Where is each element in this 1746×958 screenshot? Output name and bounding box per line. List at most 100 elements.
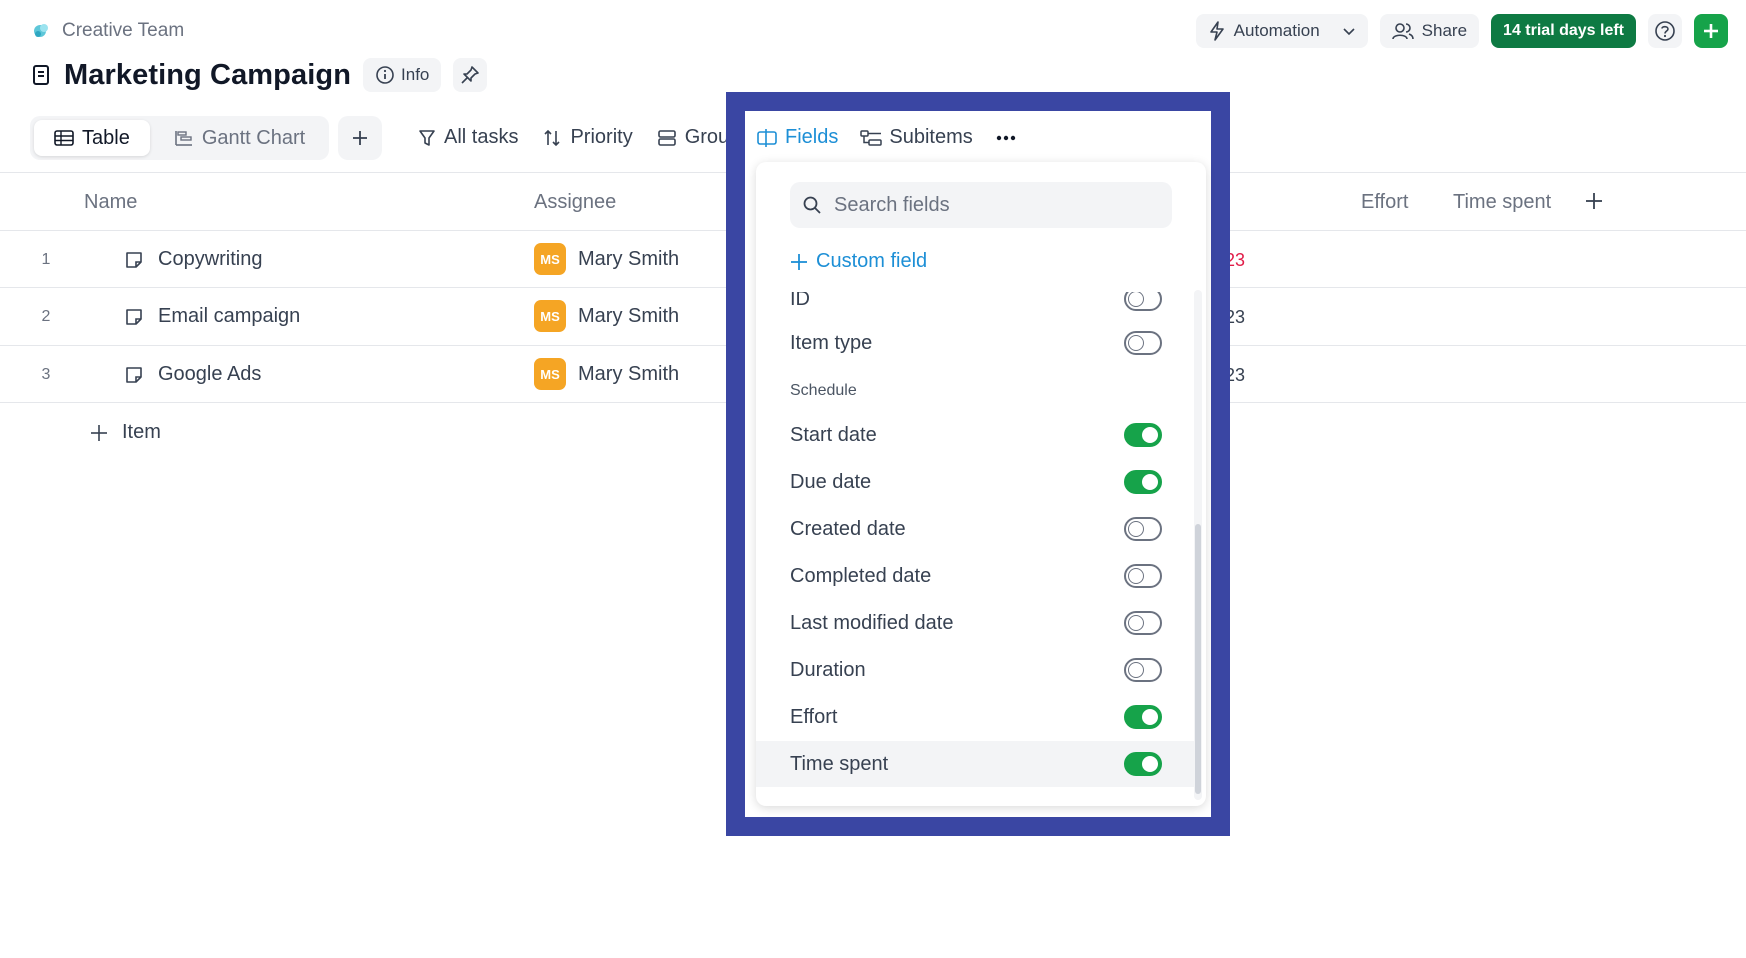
row-number: 1 bbox=[41, 251, 51, 268]
item-icon bbox=[124, 307, 144, 327]
automation-button[interactable]: Automation bbox=[1195, 14, 1368, 48]
field-label: Created date bbox=[790, 517, 906, 540]
filter-button[interactable]: All tasks bbox=[418, 126, 518, 149]
table-toolbar: All tasks Priority Group bbox=[418, 126, 740, 149]
field-toggle[interactable] bbox=[1124, 705, 1162, 729]
item-name: Google Ads bbox=[158, 363, 262, 385]
field-toggle[interactable] bbox=[1124, 658, 1162, 682]
add-custom-field-button[interactable]: Custom field bbox=[790, 250, 927, 273]
item-icon bbox=[124, 365, 144, 385]
field-toggle[interactable] bbox=[1124, 752, 1162, 776]
assignee-cell[interactable]: MS Mary Smith bbox=[534, 300, 679, 332]
share-button[interactable]: Share bbox=[1379, 14, 1480, 48]
table-row[interactable]: Email campaign bbox=[124, 305, 300, 328]
info-label: Info bbox=[401, 65, 430, 84]
row-number: 3 bbox=[41, 366, 51, 383]
custom-field-label: Custom field bbox=[816, 250, 928, 272]
add-item-button[interactable]: Item bbox=[90, 421, 161, 444]
column-header-name[interactable]: Name bbox=[84, 191, 137, 214]
filter-label: All tasks bbox=[444, 126, 519, 148]
plus-icon bbox=[790, 253, 808, 271]
field-row-last-modified-date[interactable]: Last modified date bbox=[756, 600, 1196, 646]
assignee-name: Mary Smith bbox=[578, 362, 680, 385]
tab-table[interactable]: Table bbox=[34, 120, 150, 156]
fields-panel: Custom field ID Item type Schedule Start… bbox=[756, 162, 1206, 806]
assignee-name: Mary Smith bbox=[578, 304, 680, 327]
avatar: MS bbox=[534, 243, 566, 275]
users-icon bbox=[1391, 21, 1414, 41]
field-row-start-date[interactable]: Start date bbox=[756, 412, 1196, 458]
field-row-time-spent[interactable]: Time spent bbox=[756, 741, 1196, 787]
table-row[interactable]: Google Ads bbox=[124, 363, 261, 386]
field-label: ID bbox=[790, 292, 810, 310]
assignee-cell[interactable]: MS Mary Smith bbox=[534, 243, 679, 275]
header-actions: Automation Share 14 trial days left bbox=[1195, 14, 1728, 48]
add-item-label: Item bbox=[122, 421, 161, 443]
create-button[interactable] bbox=[1694, 14, 1728, 48]
avatar: MS bbox=[534, 358, 566, 390]
table-row[interactable]: Copywriting bbox=[124, 248, 262, 271]
search-input[interactable] bbox=[834, 193, 1154, 217]
share-label: Share bbox=[1421, 21, 1468, 40]
automation-label: Automation bbox=[1233, 21, 1320, 40]
field-toggle[interactable] bbox=[1124, 470, 1162, 494]
item-icon bbox=[124, 250, 144, 270]
field-label: Effort bbox=[790, 705, 838, 728]
field-label: Last modified date bbox=[790, 611, 954, 634]
field-row-due-date[interactable]: Due date bbox=[756, 459, 1196, 505]
column-header-effort[interactable]: Effort bbox=[1361, 191, 1408, 214]
field-label: Item type bbox=[790, 331, 873, 354]
column-header-assignee[interactable]: Assignee bbox=[534, 191, 616, 214]
popup-tabs: Fields Subitems bbox=[756, 126, 1017, 149]
add-column-icon[interactable] bbox=[1584, 191, 1604, 211]
item-name: Copywriting bbox=[158, 248, 263, 270]
field-row-created-date[interactable]: Created date bbox=[756, 506, 1196, 552]
field-label: Start date bbox=[790, 423, 877, 446]
plus-icon bbox=[1702, 22, 1720, 40]
workspace-breadcrumb[interactable]: Creative Team bbox=[30, 20, 184, 42]
field-toggle[interactable] bbox=[1124, 292, 1162, 311]
help-icon bbox=[1654, 20, 1676, 42]
gantt-icon bbox=[174, 129, 194, 147]
scrollbar[interactable] bbox=[1194, 290, 1202, 800]
title-row: Marketing Campaign Info bbox=[30, 58, 488, 92]
more-icon[interactable] bbox=[995, 134, 1017, 142]
field-row-duration[interactable]: Duration bbox=[756, 647, 1196, 693]
assignee-cell[interactable]: MS Mary Smith bbox=[534, 358, 679, 390]
scrollbar-thumb[interactable] bbox=[1195, 524, 1201, 794]
field-toggle[interactable] bbox=[1124, 564, 1162, 588]
pin-button[interactable] bbox=[453, 58, 488, 92]
tab-subitems[interactable]: Subitems bbox=[860, 126, 973, 149]
tab-table-label: Table bbox=[82, 126, 130, 149]
tab-fields[interactable]: Fields bbox=[756, 126, 838, 149]
field-row-id[interactable]: ID bbox=[756, 292, 1196, 322]
trial-days-button[interactable]: 14 trial days left bbox=[1491, 14, 1636, 48]
field-toggle[interactable] bbox=[1124, 611, 1162, 635]
info-icon bbox=[375, 65, 395, 85]
field-row-completed-date[interactable]: Completed date bbox=[756, 553, 1196, 599]
help-button[interactable] bbox=[1648, 14, 1682, 48]
chevron-down-icon[interactable] bbox=[1342, 24, 1356, 38]
field-row-item-type[interactable]: Item type bbox=[756, 320, 1196, 366]
field-toggle[interactable] bbox=[1124, 517, 1162, 541]
group-icon bbox=[657, 128, 677, 148]
field-toggle[interactable] bbox=[1124, 331, 1162, 355]
search-icon bbox=[802, 195, 822, 215]
info-button[interactable]: Info bbox=[363, 58, 442, 92]
field-row-effort[interactable]: Effort bbox=[756, 694, 1196, 740]
sort-label: Priority bbox=[570, 126, 633, 148]
tab-subitems-label: Subitems bbox=[889, 126, 973, 148]
field-label: Duration bbox=[790, 658, 866, 681]
subitems-icon bbox=[860, 128, 883, 148]
add-view-button[interactable] bbox=[338, 116, 382, 160]
document-icon bbox=[30, 63, 52, 87]
table-icon bbox=[54, 129, 74, 147]
filter-icon bbox=[418, 128, 436, 148]
sort-button[interactable]: Priority bbox=[542, 126, 633, 149]
column-header-time-spent[interactable]: Time spent bbox=[1453, 191, 1551, 214]
item-name: Email campaign bbox=[158, 305, 301, 327]
field-toggle[interactable] bbox=[1124, 423, 1162, 447]
search-box[interactable] bbox=[790, 182, 1172, 228]
tab-gantt-chart[interactable]: Gantt Chart bbox=[154, 120, 325, 156]
fields-icon bbox=[756, 128, 778, 148]
